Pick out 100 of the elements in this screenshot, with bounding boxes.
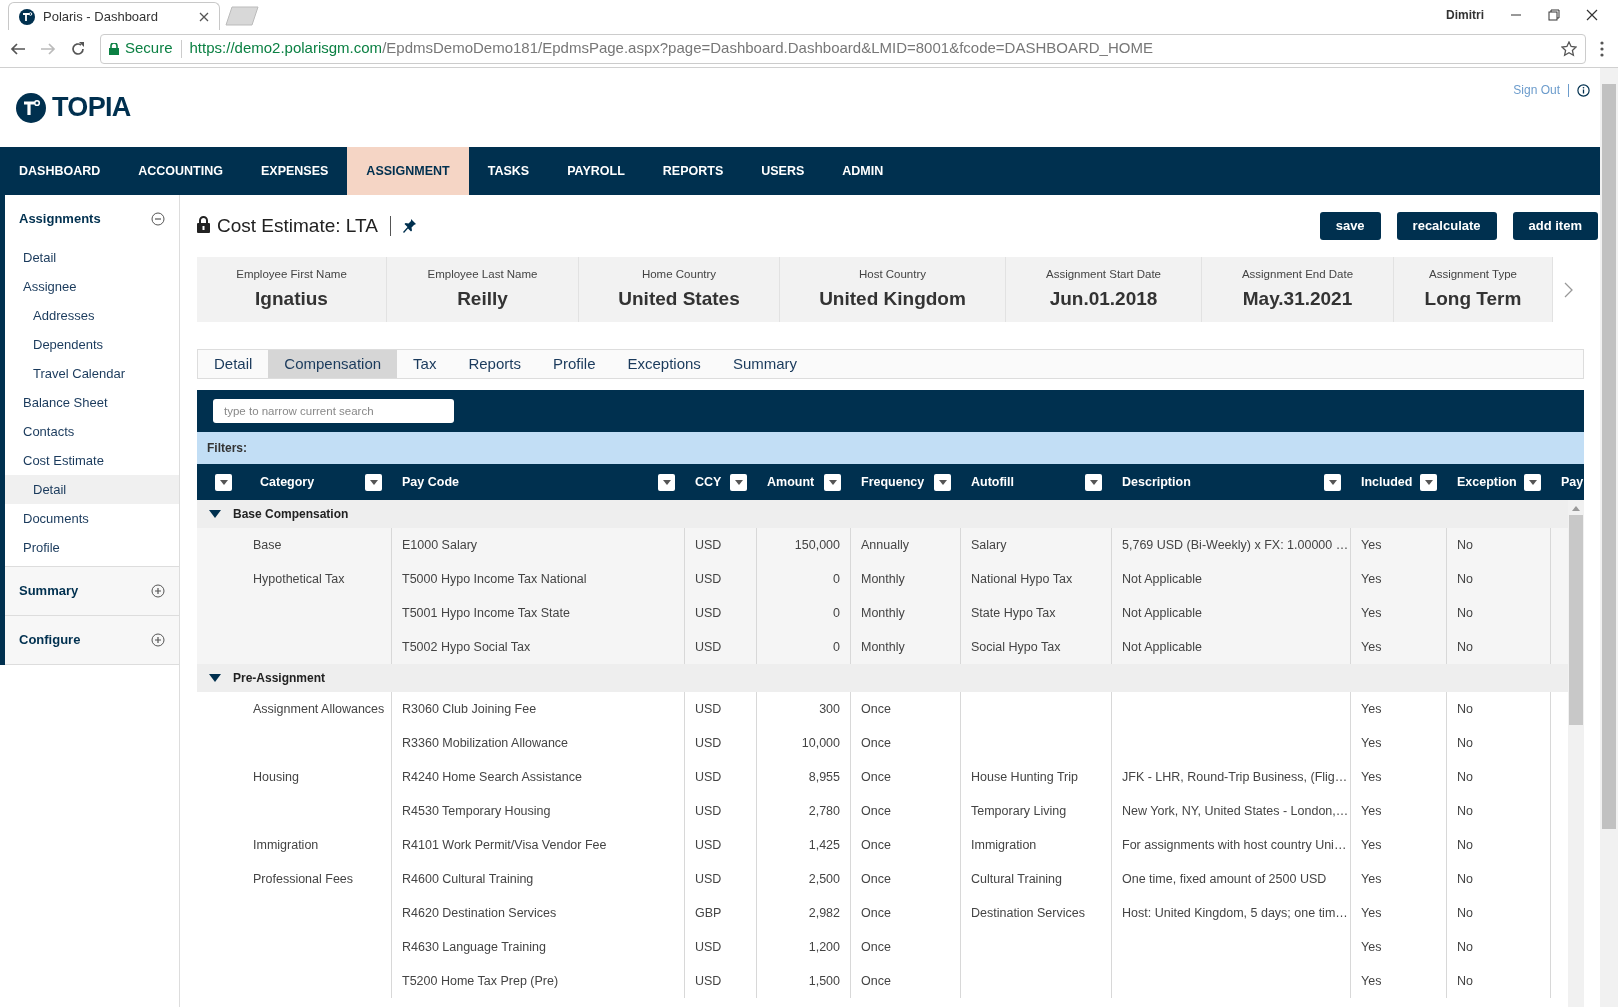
column-header[interactable]: Included	[1361, 472, 1413, 492]
sidebar-section-title[interactable]: Assignments	[19, 209, 101, 229]
nav-item[interactable]: ADMIN	[823, 147, 903, 195]
tab[interactable]: Reports	[452, 350, 537, 378]
table-cell-text: 5,769 USD (Bi-Weekly) x FX: 1.00000 …	[1122, 536, 1349, 554]
expand-icon[interactable]	[151, 584, 165, 598]
nav-item[interactable]: ASSIGNMENT	[347, 147, 469, 195]
secure-label: Secure	[125, 38, 173, 59]
tab[interactable]: Exceptions	[611, 350, 717, 378]
table-cell-text: House Hunting Trip	[971, 768, 1078, 786]
table-cell-text: 1,500	[808, 972, 840, 990]
column-header[interactable]: Exception	[1457, 472, 1517, 492]
nav-item[interactable]: PAYROLL	[548, 147, 644, 195]
info-label: Assignment Start Date	[1045, 266, 1162, 282]
expand-icon[interactable]	[151, 633, 165, 647]
column-header[interactable]: CCY	[695, 472, 722, 492]
sidebar-section-title[interactable]: Summary	[19, 581, 79, 601]
column-header[interactable]: Amount	[767, 472, 815, 492]
filter-dropdown[interactable]	[365, 473, 382, 491]
sidebar-item[interactable]: Documents	[5, 504, 179, 533]
collapse-icon[interactable]	[151, 212, 165, 226]
table-cell-text: R4101 Work Permit/Visa Vendor Fee	[402, 836, 607, 854]
browser-tab[interactable]: Polaris - Dashboard	[8, 2, 220, 30]
filter-dropdown[interactable]	[1085, 473, 1102, 491]
filter-dropdown[interactable]	[1420, 473, 1437, 491]
info-label: Assignment End Date	[1241, 266, 1354, 282]
tab[interactable]: Tax	[397, 350, 453, 378]
sidebar-item[interactable]: Assignee	[5, 272, 179, 301]
address-bar[interactable]: Secure https://demo2.polarisgm.com/EpdmsDemoDemo181/EpdmsPage.aspx?page=Dashboard.Dashboard&LMID=8001&fcode=DASHBOARD_HOME	[100, 33, 1586, 64]
table-cell-text: New York, NY, United States - London,…	[1122, 802, 1349, 820]
table-cell-text: USD	[695, 734, 722, 752]
column-header[interactable]: Pay Code	[402, 472, 459, 492]
table-cell-text: Social Hypo Tax	[971, 638, 1061, 656]
sidebar-item[interactable]: Addresses	[5, 301, 179, 330]
table-cell-text: JFK - LHR, Round-Trip Business, (Flig…	[1122, 768, 1348, 786]
sidebar-item[interactable]: Detail	[5, 243, 179, 272]
close-icon[interactable]	[1586, 9, 1598, 21]
logo-text: TOPIA	[52, 91, 131, 125]
collapse-triangle-icon[interactable]	[209, 510, 221, 518]
close-icon[interactable]	[199, 11, 209, 22]
table-cell-text: One time, fixed amount of 2500 USD	[1122, 870, 1327, 888]
sidebar-item[interactable]: Balance Sheet	[5, 388, 179, 417]
column-header[interactable]: Frequency	[861, 472, 925, 492]
page-scrollbar[interactable]	[1600, 68, 1618, 1007]
table-cell-text: R4240 Home Search Assistance	[402, 768, 582, 786]
tab[interactable]: Summary	[716, 350, 814, 378]
reload-icon[interactable]	[70, 40, 86, 57]
menu-icon[interactable]	[1600, 40, 1604, 57]
tab[interactable]: Compensation	[268, 350, 398, 378]
action-button[interactable]: save	[1319, 212, 1381, 240]
search-field[interactable]: type to narrow current search	[213, 399, 454, 423]
filter-dropdown[interactable]	[658, 473, 675, 491]
table-cell-text: USD	[695, 700, 722, 718]
table-cell-text: No	[1457, 536, 1473, 554]
nav-item[interactable]: ACCOUNTING	[119, 147, 242, 195]
table-cell-text: No	[1457, 768, 1473, 786]
sidebar-item[interactable]: Cost Estimate	[5, 446, 179, 475]
sidebar-item[interactable]: Dependents	[5, 330, 179, 359]
nav-item[interactable]: EXPENSES	[241, 147, 348, 195]
filter-dropdown[interactable]	[934, 473, 951, 491]
nav-item[interactable]: DASHBOARD	[0, 147, 120, 195]
url-text: https://demo2.polarisgm.com/EpdmsDemoDemo181/EpdmsPage.aspx?page=Dashboard.Dashboard&LMID=8001&fcode=DASHBOARD_HOME	[189, 38, 1153, 59]
column-header[interactable]: Autofill	[971, 472, 1015, 492]
sidebar-item[interactable]: Travel Calendar	[5, 359, 179, 388]
back-icon[interactable]	[10, 40, 26, 57]
action-button[interactable]: add item	[1512, 212, 1598, 240]
column-header[interactable]: Description	[1122, 472, 1191, 492]
column-header[interactable]: Category	[260, 472, 315, 492]
table-cell-text: E1000 Salary	[402, 536, 478, 554]
table-cell-text: Yes	[1361, 972, 1382, 990]
tab[interactable]: Profile	[536, 350, 612, 378]
nav-item[interactable]: USERS	[742, 147, 824, 195]
column-header[interactable]: Pay	[1561, 472, 1584, 492]
info-icon[interactable]	[1577, 83, 1590, 97]
sidebar-item[interactable]: Detail	[5, 475, 179, 504]
pin-icon[interactable]	[402, 219, 416, 233]
table-cell-text: Not Applicable	[1122, 604, 1202, 622]
table-cell-text: Housing	[253, 768, 299, 786]
star-icon[interactable]	[1561, 40, 1577, 57]
sidebar-item[interactable]: Contacts	[5, 417, 179, 446]
sidebar-section-title[interactable]: Configure	[19, 630, 81, 650]
restore-icon[interactable]	[1548, 9, 1560, 21]
caret-down-icon	[662, 479, 671, 485]
filter-dropdown[interactable]	[215, 473, 232, 491]
nav-item[interactable]: REPORTS	[643, 147, 743, 195]
table-cell-text: USD	[695, 938, 722, 956]
filter-dropdown[interactable]	[1324, 473, 1341, 491]
sidebar-item[interactable]: Profile	[5, 533, 179, 562]
filter-dropdown[interactable]	[730, 473, 747, 491]
table-cell-text: Immigration	[253, 836, 319, 854]
table-scrollbar[interactable]	[1568, 500, 1584, 1007]
action-button[interactable]: recalculate	[1396, 212, 1497, 240]
table-cell-text: R4630 Language Training	[402, 938, 546, 956]
collapse-triangle-icon[interactable]	[209, 674, 221, 682]
tab[interactable]: Detail	[198, 350, 269, 378]
filter-dropdown[interactable]	[1524, 473, 1541, 491]
filter-dropdown[interactable]	[824, 473, 841, 491]
caret-down-icon	[219, 479, 228, 485]
table-cell-text: Yes	[1361, 802, 1382, 820]
nav-item[interactable]: TASKS	[468, 147, 549, 195]
